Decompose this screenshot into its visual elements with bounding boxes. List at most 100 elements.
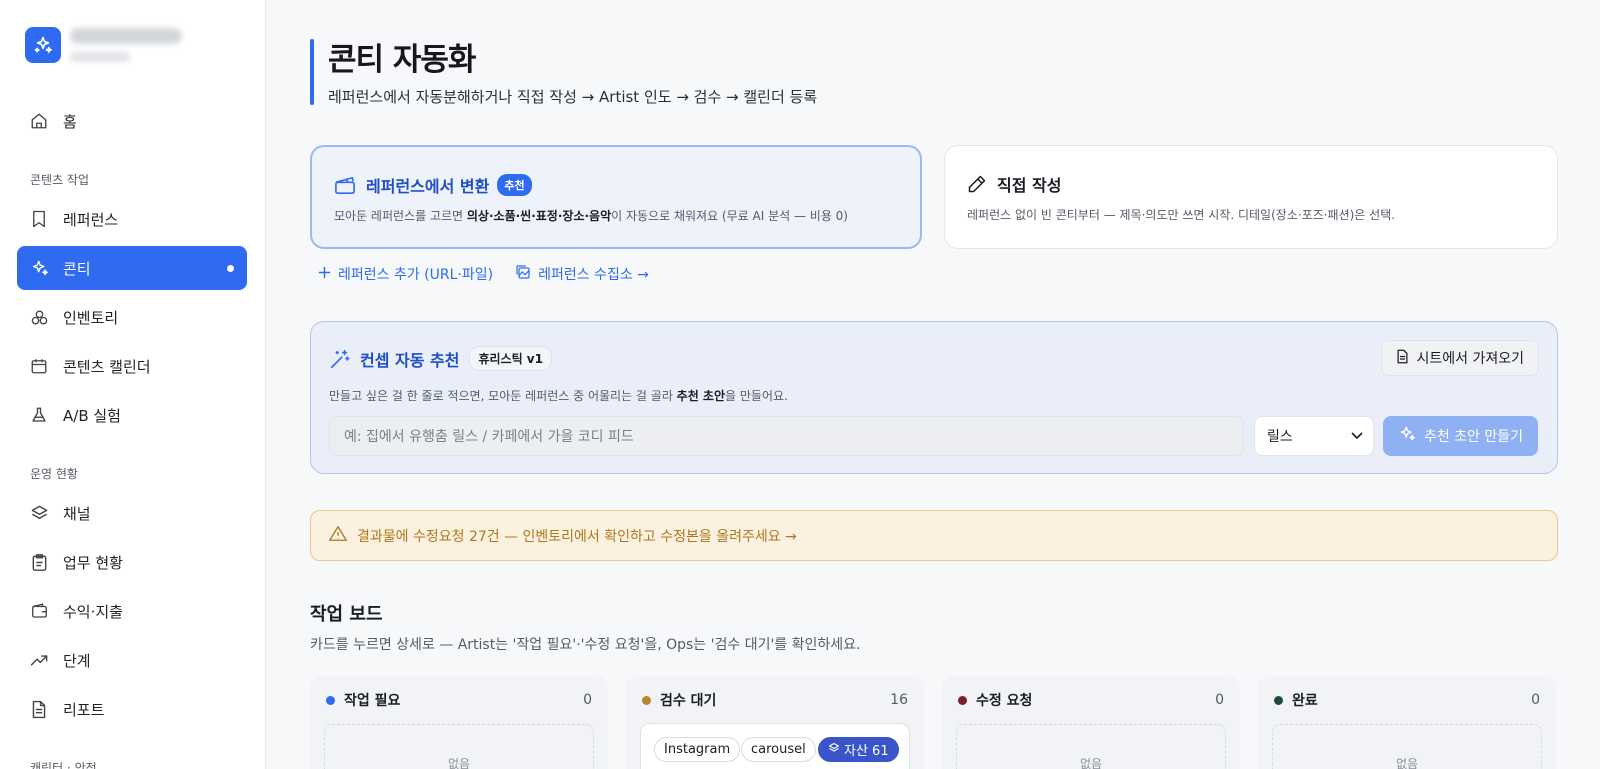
column-header: 작업 필요 0 — [326, 690, 592, 710]
app-logo[interactable] — [25, 27, 61, 63]
select-value: 릴스 — [1267, 429, 1293, 445]
chevron-down-icon — [1351, 428, 1363, 444]
clapperboard-icon — [334, 175, 356, 195]
sidebar-item-calendar[interactable]: 콘텐츠 캘린더 — [17, 344, 247, 388]
sidebar-item-channels[interactable]: 채널 — [17, 491, 247, 535]
sheet-icon — [1396, 349, 1409, 368]
reference-collection-link[interactable]: 레퍼런스 수집소 → — [515, 264, 649, 284]
wallet-icon — [29, 601, 49, 621]
document-icon — [29, 699, 49, 719]
task-card[interactable]: Instagram carousel 자산 61 — [640, 723, 910, 769]
plus-icon — [318, 266, 331, 283]
column-label: 완료 — [1292, 693, 1318, 709]
column-header: 검수 대기 16 — [642, 690, 908, 710]
direct-write-card[interactable]: 직접 작성 레퍼런스 없이 빈 콘티부터 — 제목·의도만 쓰면 시작. 디테일… — [944, 145, 1558, 249]
warning-triangle-icon — [329, 525, 347, 546]
sidebar-item-work-status[interactable]: 업무 현황 — [17, 540, 247, 584]
format-tag: carousel — [741, 737, 816, 762]
workspace-name-blurred — [70, 28, 182, 62]
sidebar-item-label: 인벤토리 — [63, 308, 119, 327]
trending-up-icon — [29, 650, 49, 670]
column-count: 0 — [583, 692, 592, 708]
empty-placeholder: 없음 — [324, 724, 594, 769]
sidebar-item-label: 홈 — [63, 112, 77, 131]
pencil-icon — [967, 174, 987, 194]
card-title: 직접 작성 — [967, 172, 1061, 196]
panel-title-text: 컨셉 자동 추천 — [360, 350, 460, 370]
sidebar-item-label: 채널 — [63, 504, 91, 523]
panel-description: 만들고 싶은 걸 한 줄로 적으면, 모아둔 레퍼런스 중 어울리는 걸 골라 … — [329, 387, 788, 404]
active-indicator-dot — [227, 265, 234, 272]
desc-text: 모아둔 레퍼런스를 고르면 — [334, 209, 467, 223]
revision-request-banner[interactable]: 결과물에 수정요청 27건 — 인벤토리에서 확인하고 수정본을 올려주세요 → — [310, 510, 1558, 561]
sidebar-item-label: 레퍼런스 — [63, 210, 119, 229]
concept-recommendation-panel: 컨셉 자동 추천 휴리스틱 v1 시트에서 가져오기 만들고 싶은 걸 한 줄로… — [310, 321, 1558, 474]
card-title-text: 직접 작성 — [997, 176, 1062, 195]
sidebar-item-label: 업무 현황 — [63, 553, 123, 572]
board-column-todo: 작업 필요 0 없음 — [310, 676, 608, 769]
sidebar-item-label: 콘티 — [63, 259, 91, 278]
card-title: 레퍼런스에서 변환 추천 — [334, 173, 532, 197]
status-dot — [642, 695, 651, 705]
banner-text: 결과물에 수정요청 27건 — 인벤토리에서 확인하고 수정본을 올려주세요 → — [357, 528, 797, 545]
sidebar-item-ab-test[interactable]: A/B 실험 — [17, 393, 247, 437]
status-dot — [326, 695, 335, 705]
card-title-text: 레퍼런스에서 변환 — [366, 177, 490, 196]
layers-icon — [29, 503, 49, 523]
sparkles-icon — [1398, 425, 1416, 447]
sidebar-item-home[interactable]: 홈 — [17, 99, 247, 143]
main-content: 콘티 자동화 레퍼런스에서 자동분해하거나 직접 작성 → Artist 인도 … — [266, 0, 1600, 769]
sparkles-icon — [34, 36, 53, 54]
section-label-content: 콘텐츠 작업 — [30, 173, 90, 187]
page-title: 콘티 자동화 — [328, 42, 476, 78]
sidebar-item-label: 단계 — [63, 651, 91, 670]
desc-text: 을 만들어요. — [725, 389, 788, 403]
clipboard-icon — [29, 552, 49, 572]
convert-from-reference-card[interactable]: 레퍼런스에서 변환 추천 모아둔 레퍼런스를 고르면 의상·소품·씬·표정·장소… — [310, 145, 922, 249]
desc-bold: 추천 초안 — [676, 389, 726, 403]
home-icon — [29, 111, 49, 131]
link-label: 레퍼런스 수집소 → — [538, 267, 649, 283]
sidebar-item-label: 리포트 — [63, 700, 105, 719]
sidebar-item-inventory[interactable]: 인벤토리 — [17, 295, 247, 339]
calendar-icon — [29, 356, 49, 376]
sidebar-item-label: 콘텐츠 캘린더 — [63, 357, 151, 376]
image-gallery-icon — [515, 264, 531, 284]
empty-placeholder: 없음 — [956, 724, 1226, 769]
page-subtitle: 레퍼런스에서 자동분해하거나 직접 작성 → Artist 인도 → 검수 → … — [328, 88, 818, 106]
status-dot — [958, 695, 967, 705]
boxes-icon — [29, 307, 49, 327]
board-column-review: 검수 대기 16 Instagram carousel 자산 61 — [626, 676, 924, 769]
column-label: 검수 대기 — [660, 693, 717, 709]
sidebar-item-references[interactable]: 레퍼런스 — [17, 197, 247, 241]
section-label-bottom: 캐릭터 · 안전 — [30, 761, 97, 769]
version-chip: 휴리스틱 v1 — [469, 346, 552, 371]
panel-title: 컨셉 자동 추천 휴리스틱 v1 — [329, 346, 552, 371]
board-column-done: 완료 0 없음 — [1258, 676, 1556, 769]
add-reference-link[interactable]: 레퍼런스 추가 (URL·파일) — [318, 264, 493, 284]
magic-wand-icon — [329, 348, 351, 370]
import-from-sheet-button[interactable]: 시트에서 가져오기 — [1380, 340, 1539, 376]
flask-icon — [29, 405, 49, 425]
sidebar-item-conti[interactable]: 콘티 — [17, 246, 247, 290]
board-subtitle: 카드를 누르면 상세로 — Artist는 '작업 필요'·'수정 요청'을, … — [310, 637, 861, 653]
status-dot — [1274, 695, 1283, 705]
sidebar-item-finance[interactable]: 수익·지출 — [17, 589, 247, 633]
make-draft-button[interactable]: 추천 초안 만들기 — [1383, 416, 1538, 456]
format-select[interactable]: 릴스 — [1254, 416, 1374, 456]
section-label-ops: 운영 현황 — [30, 467, 78, 481]
column-header: 수정 요청 0 — [958, 690, 1224, 710]
sidebar-item-report[interactable]: 리포트 — [17, 687, 247, 731]
column-count: 0 — [1215, 692, 1224, 708]
sidebar-item-label: A/B 실험 — [63, 406, 121, 425]
recommended-badge: 추천 — [497, 174, 532, 196]
platform-tag: Instagram — [654, 737, 741, 762]
asset-count-tag: 자산 61 — [818, 737, 899, 762]
column-header: 완료 0 — [1274, 690, 1540, 710]
concept-idea-input[interactable]: 예: 집에서 유행춤 릴스 / 카페에서 가을 코디 피드 — [329, 416, 1244, 456]
sidebar-item-stages[interactable]: 단계 — [17, 638, 247, 682]
desc-text: 이 자동으로 채워져요 (무료 AI 분석 — 비용 0) — [611, 209, 848, 223]
column-count: 0 — [1531, 692, 1540, 708]
board-column-revision: 수정 요청 0 없음 — [942, 676, 1240, 769]
column-count: 16 — [890, 692, 908, 708]
